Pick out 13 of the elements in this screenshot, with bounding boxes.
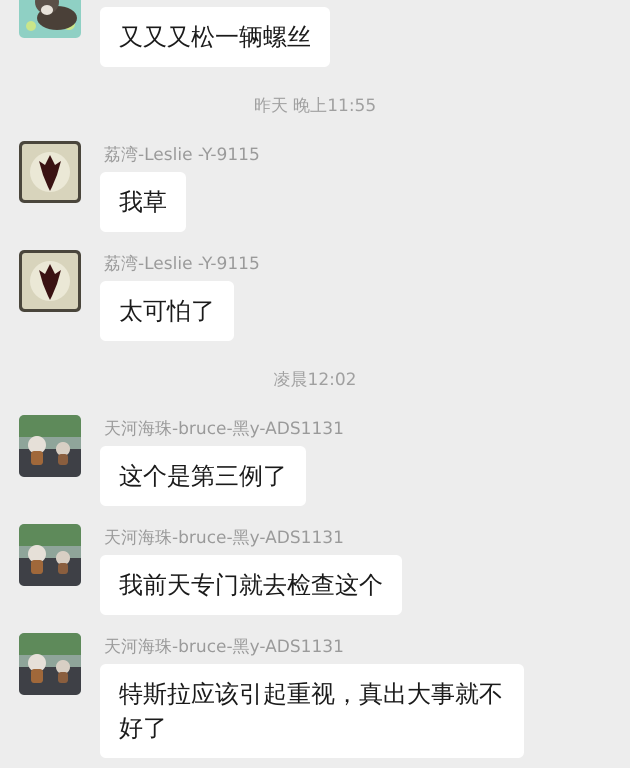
- sender-name: 天河海珠-bruce-黑y-ADS1131: [104, 528, 344, 548]
- sender-name: 天河海珠-bruce-黑y-ADS1131: [104, 419, 344, 439]
- timestamp: 昨天 晚上11:55: [254, 95, 376, 118]
- message-bubble: 我草: [100, 172, 186, 232]
- message-bubble: 太可怕了: [100, 281, 234, 341]
- sender-name: 天河海珠-bruce-黑y-ADS1131: [104, 637, 344, 657]
- message-bubble: 特斯拉应该引起重视，真出大事就不好了: [100, 664, 524, 758]
- sender-name: 荔湾-Leslie -Y-9115: [104, 254, 260, 274]
- message-bubble: 我前天专门就去检查这个: [100, 555, 402, 615]
- message-bubble: 这个是第三例了: [100, 446, 306, 506]
- sender-name: 荔湾-Leslie -Y-9115: [104, 145, 260, 165]
- message-bubble: 又又又松一辆螺丝: [100, 7, 330, 67]
- timestamp: 凌晨12:02: [274, 369, 356, 392]
